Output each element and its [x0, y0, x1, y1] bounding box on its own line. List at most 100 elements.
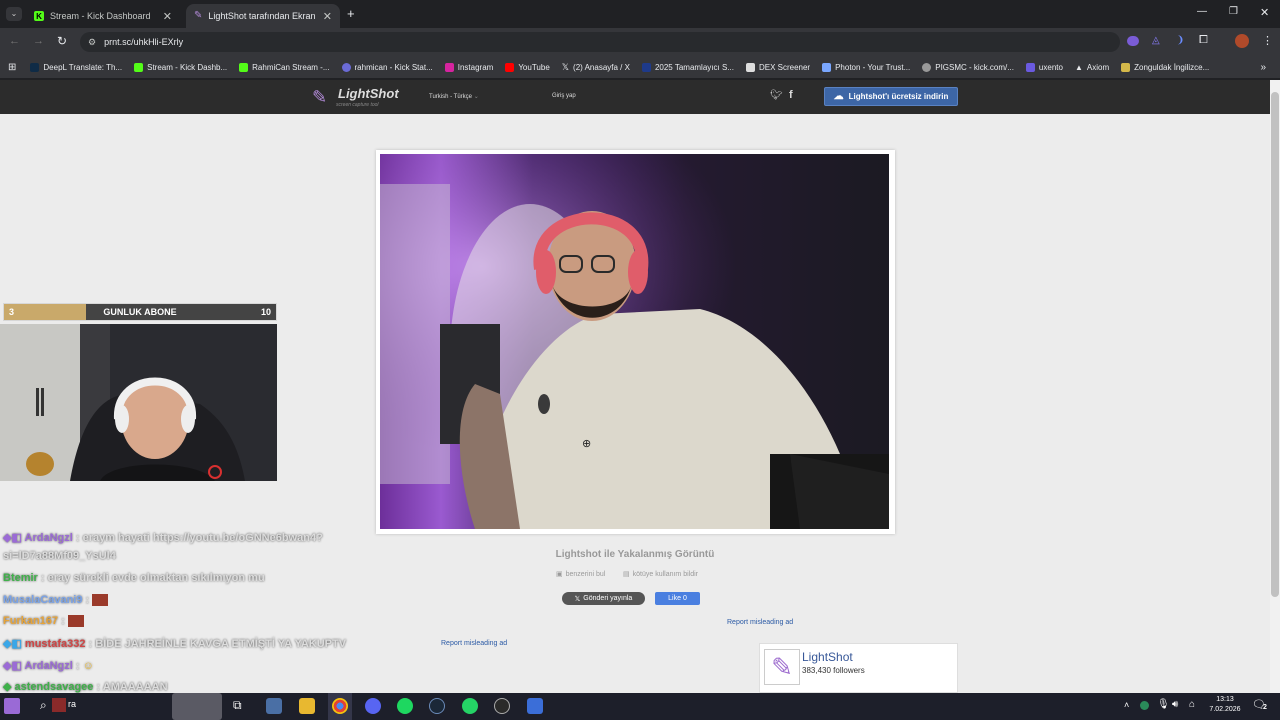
chat-username: MusalaCavani9 [3, 594, 83, 606]
chrome-icon[interactable] [332, 698, 348, 714]
bookmark-rahmican-stream[interactable]: RahmiCan Stream -... [233, 62, 335, 72]
new-tab-icon[interactable]: + [347, 6, 355, 21]
app-icon[interactable] [527, 698, 543, 714]
bookmark-label: DeepL Translate: Th... [43, 62, 123, 72]
extension-icon[interactable]: ❩ [1176, 35, 1184, 46]
close-icon[interactable]: ✕ [163, 10, 172, 23]
chat-message: ◆◧ ArdaNgzl : ☺ [3, 659, 94, 672]
chat-username: mustafa332 [24, 638, 86, 650]
back-icon[interactable]: ← [9, 35, 20, 47]
bookmark-pigsmc[interactable]: PIGSMC - kick.com/... [916, 62, 1020, 72]
notification-count: 2 [1263, 704, 1267, 711]
chat-text: : [85, 594, 90, 606]
more-bookmarks-icon[interactable]: » [1260, 62, 1280, 73]
report-ad-link[interactable]: Report misleading ad [727, 619, 793, 626]
facebook-icon[interactable]: f [789, 89, 793, 101]
menu-icon[interactable]: ⋮ [1262, 34, 1273, 47]
obs-icon[interactable] [494, 698, 510, 714]
chat-message: Furkan167 : [3, 615, 84, 628]
extensions-puzzle-icon[interactable]: ⧠ [1199, 34, 1208, 47]
login-link[interactable]: Giriş yap [552, 93, 576, 99]
bookmark-x[interactable]: 𝕏 (2) Anasayfa / X [556, 62, 636, 73]
badge-icon: ◆◧ [3, 660, 22, 672]
extension-icon[interactable]: ◬ [1152, 35, 1160, 46]
bookmark-uxento[interactable]: uxento [1020, 62, 1069, 72]
spotify-icon[interactable] [397, 698, 413, 714]
tab-search-icon[interactable]: ⌄ [6, 7, 22, 21]
badge-icon: ◆◧ [3, 638, 22, 650]
stats-icon [341, 62, 351, 72]
bookmark-zonguldak[interactable]: Zonguldak İngilizce... [1115, 62, 1215, 72]
bookmark-instagram[interactable]: Instagram [439, 62, 500, 72]
bookmark-photon[interactable]: Photon - Your Trust... [816, 62, 916, 72]
bookmark-label: Axiom [1086, 62, 1110, 72]
bookmark-axiom[interactable]: ▲ Axiom [1069, 63, 1115, 72]
minimize-icon[interactable]: — [1197, 6, 1207, 17]
bookmark-deepl[interactable]: DeepL Translate: Th... [24, 62, 128, 72]
bookmark-youtube[interactable]: YouTube [499, 62, 555, 72]
bookmark-label: Photon - Your Trust... [835, 62, 911, 72]
facebook-like-button[interactable]: Like 0 [655, 592, 700, 605]
forward-icon[interactable]: → [33, 35, 44, 47]
file-explorer-app-icon[interactable] [266, 698, 282, 714]
language-select[interactable]: Turkish - Türkçe ⌄ [429, 93, 479, 100]
restore-icon[interactable]: ❐ [1229, 6, 1238, 17]
chat-message: ◆◧ mustafa332 : BİDE JAHREİNLE KAVGA ETM… [3, 637, 346, 650]
download-button[interactable]: ☁ Lightshot'ı ücretsiz indirin [824, 87, 958, 106]
task-view-icon[interactable]: ⧉ [233, 698, 242, 713]
tab-label: LightShot tarafından Ekran Görü [208, 11, 316, 21]
start-widget-icon[interactable] [4, 698, 20, 714]
tab-kick-dashboard[interactable]: K Stream - Kick Dashboard ✕ [26, 4, 180, 28]
kick-icon [239, 62, 249, 72]
language-label: Turkish - Türkçe [429, 94, 473, 100]
site-info-icon[interactable]: ⚙ [88, 37, 96, 48]
twitter-icon[interactable]: 🐦︎ [770, 90, 783, 101]
whatsapp-icon[interactable] [462, 698, 478, 714]
scrollbar-thumb[interactable] [1271, 92, 1279, 597]
clock-time: 13:13 [1216, 696, 1234, 703]
x-icon: 𝕏 [574, 595, 581, 603]
folder-icon[interactable] [299, 698, 315, 714]
network-icon[interactable]: ⌂ [1189, 699, 1195, 710]
bookmark-kick-stats[interactable]: rahmican - Kick Stat... [336, 62, 439, 72]
close-icon[interactable]: ✕ [323, 10, 332, 23]
extension-icon[interactable] [1127, 36, 1139, 46]
window-close-icon[interactable]: ✕ [1260, 6, 1269, 19]
chat-message: Btemir : eray sürekli evde olmaktan sıkı… [3, 572, 265, 584]
zoom-cursor-icon: ⊕ [582, 438, 592, 450]
bookmark-tamamlayici[interactable]: 2025 Tamamlayıcı S... [636, 62, 740, 72]
lightshot-logo[interactable]: LightShot [338, 86, 399, 101]
fb-page-name[interactable]: LightShot [802, 650, 853, 664]
find-similar-link[interactable]: ▣ benzerini bul [556, 570, 605, 579]
clock[interactable]: 13:13 7.02.2026 [1203, 696, 1247, 713]
bookmark-label: uxento [1038, 62, 1063, 72]
chat-text: : [61, 615, 65, 627]
trash-icon: ▤ [623, 571, 630, 578]
tab-lightshot[interactable]: ✎ LightShot tarafından Ekran Görü ✕ [186, 4, 340, 28]
report-ad-link[interactable]: Report misleading ad [441, 640, 507, 647]
search-icon[interactable]: ⌕ [40, 698, 47, 713]
bookmark-kick-dashboard[interactable]: Stream - Kick Dashb... [128, 62, 233, 72]
tray-overflow-icon[interactable]: ˄ [1124, 700, 1129, 710]
speaker-icon[interactable]: 🔊︎ [1172, 699, 1178, 710]
discord-icon[interactable] [365, 698, 381, 714]
youtube-icon [505, 62, 515, 72]
chat-message: ◆ astendsavagee : AMAAAAAN [3, 680, 168, 693]
address-bar[interactable]: ⚙ prnt.sc/uhkHli-EXrly [80, 32, 1120, 52]
taskbar-search-text[interactable]: ra [68, 699, 76, 709]
reload-icon[interactable]: ↻ [57, 34, 67, 48]
lightshot-feather-icon[interactable]: ✎ [312, 86, 332, 108]
tweet-button[interactable]: 𝕏 Gönderi yayınla [562, 592, 645, 605]
report-abuse-link[interactable]: ▤ kötüye kullanım bildir [623, 570, 698, 579]
screenshot-image[interactable]: ⊕ [380, 154, 889, 529]
tray-app-icon[interactable] [1140, 701, 1149, 710]
chat-username: Btemir [3, 572, 38, 584]
steam-icon[interactable] [429, 698, 445, 714]
facebook-page-widget[interactable]: ✎ LightShot 383,430 followers [759, 643, 958, 693]
apps-grid-icon[interactable]: ⊞ [8, 62, 24, 73]
bookmark-dexscreener[interactable]: DEX Screener [740, 62, 816, 72]
profile-avatar[interactable] [1235, 34, 1249, 48]
microphone-icon[interactable]: 🎙︎ [1157, 699, 1170, 710]
chat-text: : BİDE JAHREİNLE KAVGA ETMİŞTİ YA YAKUPT… [88, 638, 347, 650]
bookmark-site-icon [1121, 62, 1131, 72]
